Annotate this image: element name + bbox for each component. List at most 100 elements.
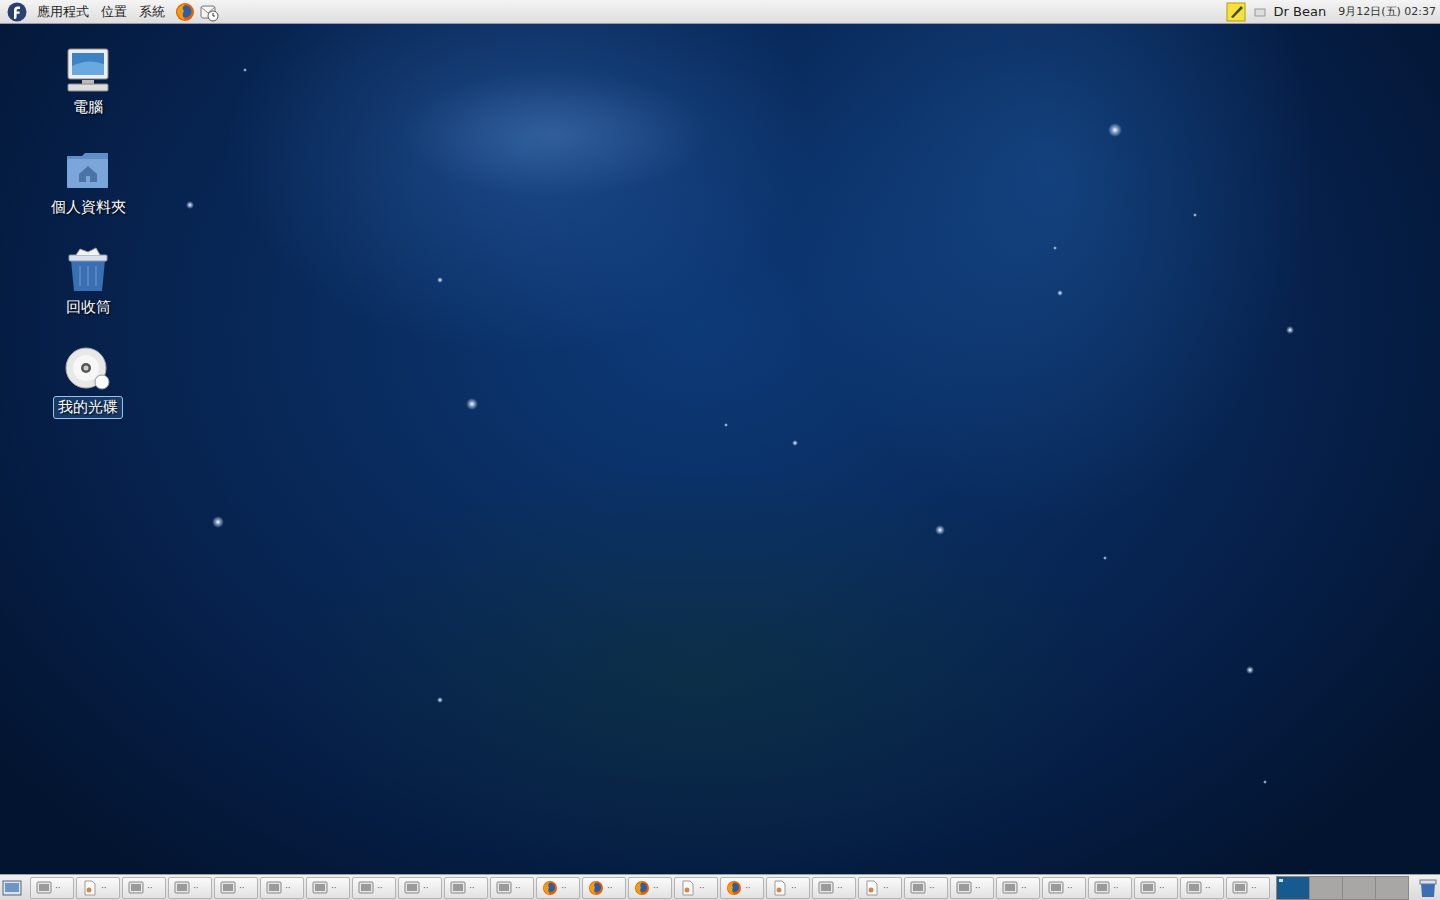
window-button[interactable]: ·· [260,877,304,899]
window-button-label[interactable]: ·· [699,883,705,893]
network-icon[interactable] [1254,7,1266,17]
wallpaper-star [935,525,945,535]
workspace[interactable] [1342,877,1375,899]
firefox-icon [588,880,604,896]
panel-menu[interactable]: 系統 [133,3,171,21]
window-button-label[interactable]: ·· [1067,883,1073,893]
desktop-icon[interactable]: 電腦 [28,46,148,146]
window-button[interactable]: ·· [1088,877,1132,899]
mail-clock-icon[interactable] [199,2,219,22]
wallpaper-star [1057,290,1063,296]
desktop-icon-label[interactable]: 電腦 [68,96,108,119]
wallpaper-star [1053,246,1057,250]
wallpaper-star [792,440,798,446]
desktop-icon[interactable]: 回收筒 [28,246,148,346]
firefox-icon[interactable] [175,2,195,22]
window-button[interactable]: ·· [444,877,488,899]
window-button-label[interactable]: ·· [101,883,107,893]
wallpaper-star [724,423,728,427]
wallpaper-star [186,201,194,209]
terminal-icon [910,880,926,896]
window-button-label[interactable]: ·· [975,883,981,893]
top-panel: 應用程式位置系統 Dr Bean 9月12日(五) 02:37 [0,0,1440,24]
desktop-icon-label[interactable]: 回收筒 [61,296,116,319]
window-button[interactable]: ·· [950,877,994,899]
window-button-label[interactable]: ·· [791,883,797,893]
show-desktop-icon[interactable] [2,878,22,898]
window-button-label[interactable]: ·· [653,883,659,893]
trash-applet-icon[interactable] [1418,878,1438,898]
desktop-icon-label[interactable]: 我的光碟 [53,396,123,419]
window-button-label[interactable]: ·· [607,883,613,893]
window-button-label[interactable]: ·· [515,883,521,893]
window-button[interactable]: ·· [996,877,1040,899]
window-button[interactable]: ·· [720,877,764,899]
panel-menu[interactable]: 位置 [95,3,133,21]
window-button-label[interactable]: ·· [1159,883,1165,893]
desktop-icon[interactable]: 我的光碟 [28,346,148,446]
fedora-logo-icon[interactable] [7,2,27,22]
window-button-label[interactable]: ·· [55,883,61,893]
window-button-label[interactable]: ·· [193,883,199,893]
desktop-icon-label[interactable]: 個人資料夾 [46,196,131,219]
window-button[interactable]: ·· [352,877,396,899]
window-button[interactable]: ·· [628,877,672,899]
workspace-switcher [1276,876,1409,900]
window-button-label[interactable]: ·· [837,883,843,893]
window-button-label[interactable]: ·· [285,883,291,893]
window-button[interactable]: ·· [582,877,626,899]
window-button[interactable]: ·· [214,877,258,899]
window-button[interactable]: ·· [1180,877,1224,899]
workspace[interactable] [1277,877,1309,899]
window-button[interactable]: ·· [490,877,534,899]
window-button-label[interactable]: ·· [423,883,429,893]
notes-icon[interactable] [1226,2,1246,22]
window-button-label[interactable]: ·· [929,883,935,893]
window-button-label[interactable]: ·· [883,883,889,893]
window-button-label[interactable]: ·· [469,883,475,893]
window-button[interactable]: ·· [812,877,856,899]
workspace[interactable] [1375,877,1408,899]
document-icon [864,880,880,896]
wallpaper-star [1103,556,1107,560]
firefox-icon [726,880,742,896]
window-button-label[interactable]: ·· [561,883,567,893]
terminal-icon [1094,880,1110,896]
window-button[interactable]: ·· [1226,877,1270,899]
window-button-label[interactable]: ·· [1251,883,1257,893]
window-button[interactable]: ·· [168,877,212,899]
document-icon [772,880,788,896]
window-button-label[interactable]: ·· [147,883,153,893]
window-button[interactable]: ·· [766,877,810,899]
terminal-icon [36,880,52,896]
window-button[interactable]: ·· [674,877,718,899]
window-button-label[interactable]: ·· [745,883,751,893]
window-button-label[interactable]: ·· [239,883,245,893]
window-button[interactable]: ·· [398,877,442,899]
window-button-label[interactable]: ·· [1113,883,1119,893]
terminal-icon [818,880,834,896]
screen: 應用程式位置系統 Dr Bean 9月12日(五) 02:37 電腦 個人資料夾… [0,0,1440,900]
user-name[interactable]: Dr Bean [1274,4,1327,19]
panel-menu[interactable]: 應用程式 [31,3,95,21]
terminal-icon [1232,880,1248,896]
window-button[interactable]: ·· [1134,877,1178,899]
window-button[interactable]: ·· [858,877,902,899]
window-button-label[interactable]: ·· [1205,883,1211,893]
workspace[interactable] [1309,877,1342,899]
window-button-label[interactable]: ·· [1021,883,1027,893]
cd-icon [64,346,112,394]
window-button[interactable]: ·· [30,877,74,899]
desktop-icon[interactable]: 個人資料夾 [28,146,148,246]
window-button[interactable]: ·· [536,877,580,899]
window-list: ·· ·· ·· ·· ·· ·· ·· ·· ·· ·· ·· ·· ·· ·… [30,877,1270,899]
window-button[interactable]: ·· [122,877,166,899]
window-button-label[interactable]: ·· [331,883,337,893]
clock[interactable]: 9月12日(五) 02:37 [1338,4,1436,19]
window-button[interactable]: ·· [1042,877,1086,899]
terminal-icon [1186,880,1202,896]
window-button[interactable]: ·· [76,877,120,899]
window-button-label[interactable]: ·· [377,883,383,893]
window-button[interactable]: ·· [904,877,948,899]
window-button[interactable]: ·· [306,877,350,899]
